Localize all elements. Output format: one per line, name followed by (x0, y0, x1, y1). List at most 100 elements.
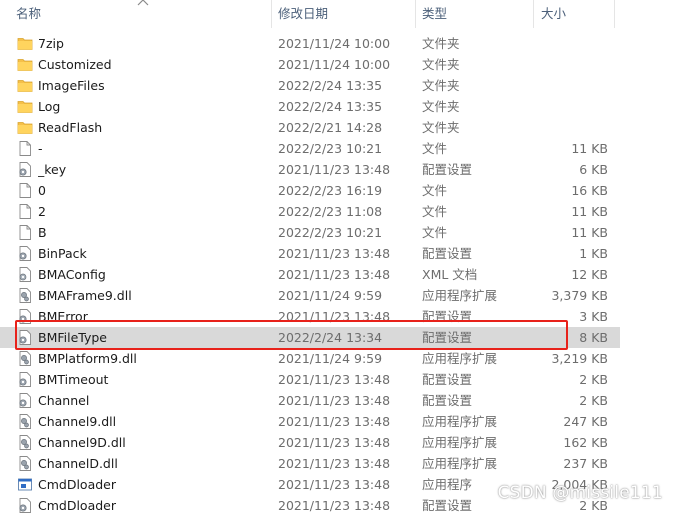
file-size: 11 KB (571, 225, 608, 240)
file-row[interactable]: Channel9D.dll 2021/11/23 13:48 应用程序扩展 162 K… (0, 432, 620, 453)
file-type: 配置设置 (422, 246, 473, 261)
file-row[interactable]: BMAConfig 2021/11/23 13:48 XML 文档 12 KB (0, 264, 620, 285)
file-type: 文件夹 (422, 57, 460, 72)
file-size: 2 KB (579, 393, 608, 408)
file-name: BMTimeout (38, 372, 109, 387)
file-row[interactable]: BMError 2021/11/23 13:48 配置设置 3 KB (0, 306, 620, 327)
column-divider[interactable] (614, 0, 615, 28)
folder-icon (17, 119, 33, 136)
file-row[interactable]: ReadFlash 2022/2/21 14:28 文件夹 (0, 117, 620, 138)
file-name: ReadFlash (38, 120, 103, 135)
file-date: 2021/11/23 13:48 (278, 456, 391, 471)
file-row[interactable]: ChannelD.dll 2021/11/23 13:48 应用程序扩展 237 KB (0, 453, 620, 474)
column-header-type[interactable]: 类型 (422, 0, 447, 28)
file-size (532, 96, 608, 117)
file-date: 2021/11/23 13:48 (278, 393, 391, 408)
file-size: 8 KB (579, 330, 608, 345)
file-name: 7zip (38, 36, 64, 51)
file-type: 配置设置 (422, 309, 473, 324)
file-type: 配置设置 (422, 330, 473, 345)
settings-file-icon (17, 161, 33, 178)
file-type: XML 文档 (422, 267, 478, 282)
settings-file-icon (17, 392, 33, 409)
file-date: 2021/11/24 9:59 (278, 351, 383, 366)
file-date: 2021/11/23 13:48 (278, 414, 391, 429)
file-size: 11 KB (571, 141, 608, 156)
watermark: CSDN @missile111 (497, 483, 663, 503)
file-size: 247 KB (563, 414, 608, 429)
file-name: 0 (38, 183, 46, 198)
file-icon (17, 182, 33, 199)
file-row[interactable]: BMTimeout 2021/11/23 13:48 配置设置 2 KB (0, 369, 620, 390)
column-header-name[interactable]: 名称 (16, 0, 41, 28)
settings-file-icon (17, 308, 33, 325)
file-date: 2021/11/23 13:48 (278, 246, 391, 261)
file-row[interactable]: - 2022/2/23 10:21 文件 11 KB (0, 138, 620, 159)
file-size: 162 KB (563, 435, 608, 450)
file-name: ChannelD.dll (38, 456, 118, 471)
column-divider[interactable] (271, 0, 272, 28)
xml-file-icon (17, 266, 33, 283)
file-date: 2021/11/23 13:48 (278, 162, 391, 177)
file-row[interactable]: 2 2022/2/23 11:08 文件 11 KB (0, 201, 620, 222)
file-date: 2021/11/23 13:48 (278, 477, 391, 492)
exe-file-icon (17, 476, 33, 493)
file-type: 文件 (422, 141, 448, 156)
settings-file-icon (17, 371, 33, 388)
file-name: BMError (38, 309, 88, 324)
file-size: 6 KB (579, 162, 608, 177)
file-date: 2021/11/24 9:59 (278, 288, 383, 303)
file-row[interactable]: Log 2022/2/24 13:35 文件夹 (0, 96, 620, 117)
file-size: 237 KB (563, 456, 608, 471)
file-size: 3 KB (579, 309, 608, 324)
settings-file-icon (17, 497, 33, 514)
file-date: 2022/2/23 10:21 (278, 141, 383, 156)
file-row[interactable]: BMAFrame9.dll 2021/11/24 9:59 应用程序扩展 3,379 … (0, 285, 620, 306)
file-row[interactable]: Channel 2021/11/23 13:48 配置设置 2 KB (0, 390, 620, 411)
file-size: 12 KB (571, 267, 608, 282)
file-date: 2022/2/23 11:08 (278, 204, 383, 219)
file-row[interactable]: 7zip 2021/11/24 10:00 文件夹 (0, 33, 620, 54)
sort-ascending-icon (137, 0, 149, 6)
column-header: 名称 修改日期 类型 大小 (0, 0, 679, 28)
folder-icon (17, 56, 33, 73)
file-type: 文件夹 (422, 78, 460, 93)
file-size: 3,379 KB (551, 288, 608, 303)
file-size: 2 KB (579, 372, 608, 387)
file-row[interactable]: B 2022/2/23 10:21 文件 11 KB (0, 222, 620, 243)
file-type: 应用程序扩展 (422, 435, 498, 450)
file-type: 配置设置 (422, 393, 473, 408)
file-name: B (38, 225, 47, 240)
file-row[interactable]: ImageFiles 2022/2/24 13:35 文件夹 (0, 75, 620, 96)
file-name: Channel9.dll (38, 414, 117, 429)
dll-file-icon (17, 350, 33, 367)
file-date: 2022/2/21 14:28 (278, 120, 383, 135)
file-date: 2022/2/24 13:34 (278, 330, 383, 345)
column-header-date[interactable]: 修改日期 (278, 0, 328, 28)
file-name: ImageFiles (38, 78, 105, 93)
file-name: Customized (38, 57, 112, 72)
file-size (532, 33, 608, 54)
file-name: 2 (38, 204, 46, 219)
file-row[interactable]: BMFileType 2022/2/24 13:34 配置设置 8 KB (0, 327, 620, 348)
file-date: 2022/2/23 16:19 (278, 183, 383, 198)
file-name: Channel9D.dll (38, 435, 126, 450)
file-row[interactable]: BinPack 2021/11/23 13:48 配置设置 1 KB (0, 243, 620, 264)
file-date: 2021/11/24 10:00 (278, 57, 391, 72)
file-row[interactable]: Customized 2021/11/24 10:00 文件夹 (0, 54, 620, 75)
file-type: 应用程序扩展 (422, 288, 498, 303)
file-size (532, 75, 608, 96)
file-row[interactable]: Channel9.dll 2021/11/23 13:48 应用程序扩展 247 KB (0, 411, 620, 432)
settings-file-icon (17, 245, 33, 262)
column-header-size[interactable]: 大小 (541, 0, 566, 28)
dll-file-icon (17, 413, 33, 430)
file-date: 2021/11/23 13:48 (278, 498, 391, 513)
file-type: 应用程序扩展 (422, 456, 498, 471)
column-divider[interactable] (415, 0, 416, 28)
file-type: 配置设置 (422, 162, 473, 177)
file-type: 文件 (422, 225, 448, 240)
file-row[interactable]: BMPlatform9.dll 2021/11/24 9:59 应用程序扩展 3,21… (0, 348, 620, 369)
file-row[interactable]: 0 2022/2/23 16:19 文件 16 KB (0, 180, 620, 201)
file-row[interactable]: _key 2021/11/23 13:48 配置设置 6 KB (0, 159, 620, 180)
column-divider[interactable] (533, 0, 534, 28)
